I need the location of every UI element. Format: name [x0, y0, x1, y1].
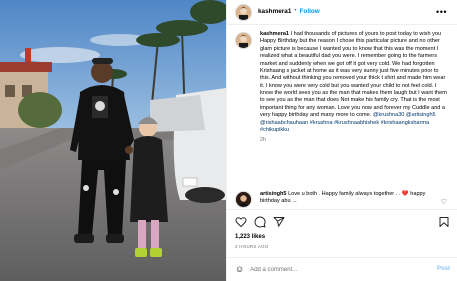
post-header: kashmera1 • Follow •••	[227, 0, 457, 25]
more-icon[interactable]: •••	[436, 7, 447, 19]
author-username[interactable]: kashmera1	[258, 8, 291, 16]
post-caption: kashmera1 I had thousands of pictures of…	[235, 31, 453, 144]
post-sidebar: kashmera1 • Follow ••• kashmera1 I had t…	[226, 0, 457, 281]
emoji-icon[interactable]: ☺	[235, 264, 244, 276]
bookmark-icon[interactable]	[438, 216, 450, 228]
post-timestamp: 2 HOURS AGO	[235, 244, 269, 249]
avatar-image	[236, 4, 251, 20]
add-comment-bar: ☺ Post	[227, 257, 457, 281]
comment-input[interactable]	[250, 266, 401, 273]
commenter-avatar[interactable]	[235, 191, 252, 208]
caption-body: kashmera1 I had thousands of pictures of…	[260, 31, 450, 144]
caption-time: 2h	[260, 137, 266, 144]
instagram-post: kashmera1 • Follow ••• kashmera1 I had t…	[0, 0, 457, 281]
separator-dot: •	[294, 8, 297, 15]
avatar-image	[236, 192, 251, 207]
heart-icon[interactable]	[235, 216, 247, 228]
post-photo[interactable]	[0, 0, 226, 281]
likes-count[interactable]: 1,223 likes	[235, 234, 265, 242]
share-icon[interactable]	[273, 216, 285, 228]
comment-more[interactable]: ...	[292, 198, 297, 204]
comment-body: artisingh5 Love u both . Happy family al…	[260, 191, 440, 208]
comment-like-icon[interactable]: ♡	[441, 198, 447, 207]
caption-avatar[interactable]	[235, 32, 252, 49]
photo-scene	[0, 0, 226, 281]
comment-item: artisingh5 Love u both . Happy family al…	[235, 191, 453, 208]
author-avatar[interactable]	[235, 3, 252, 21]
caption-text: I had thousands of pictures of yours to …	[260, 31, 447, 119]
commenter-username[interactable]: artisingh5	[260, 191, 287, 197]
avatar-image	[236, 33, 251, 48]
post-comment-button[interactable]: Post	[437, 266, 450, 274]
caption-username[interactable]: kashmera1	[260, 31, 289, 37]
action-bar	[227, 209, 457, 231]
comment-icon[interactable]	[254, 216, 266, 228]
follow-button[interactable]: Follow	[300, 8, 320, 16]
